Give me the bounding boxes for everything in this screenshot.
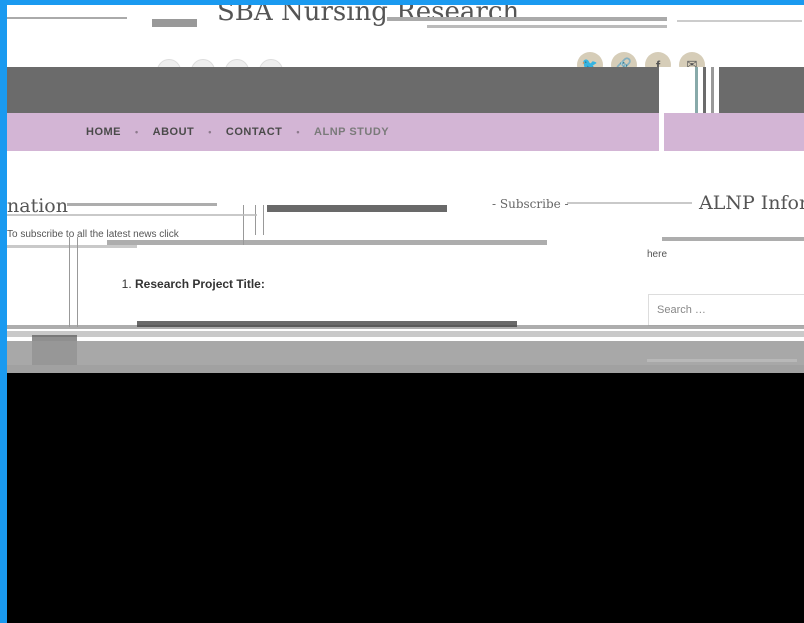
render-artifact: [647, 359, 797, 362]
nav-separator: •: [135, 127, 139, 137]
render-artifact: [7, 17, 127, 19]
render-artifact: [137, 321, 517, 327]
render-artifact: [703, 67, 706, 113]
nav-separator: •: [296, 127, 301, 137]
render-artifact: [67, 203, 217, 206]
banner-gap: [659, 67, 719, 113]
research-project-title-label: Research Project Title:: [135, 277, 265, 291]
render-artifact: [263, 205, 264, 235]
render-artifact: [662, 237, 804, 241]
render-artifact: [711, 67, 714, 113]
render-artifact: [695, 67, 698, 113]
subscribe-text: To subscribe to all the latest news clic…: [7, 229, 179, 240]
render-artifact: [152, 19, 197, 27]
render-artifact: [69, 237, 70, 327]
render-artifact: [7, 331, 804, 337]
main-navigation: HOME • ABOUT • CONTACT • ALNP STUDY: [7, 113, 659, 151]
nav-item-alnp-study[interactable]: ALNP STUDY: [314, 126, 389, 138]
render-artifact: [255, 205, 256, 235]
render-artifact: [267, 205, 447, 212]
render-artifact: [677, 20, 802, 22]
nav-label: ALNP STUDY: [314, 126, 390, 138]
render-artifact: [107, 240, 547, 245]
nav-item-home[interactable]: HOME: [86, 126, 121, 138]
nav-label: CONTACT: [225, 126, 283, 138]
render-artifact: [7, 214, 257, 216]
research-details-list: Research Project Title:: [115, 277, 265, 291]
web-page: SBA Nursing Research 🐦 🔗 f ✉ HOME • ABOU…: [7, 5, 804, 373]
render-artifact: [567, 202, 692, 204]
render-artifact: [243, 205, 244, 245]
subscribe-link[interactable]: here: [647, 249, 667, 260]
render-artifact: [7, 365, 804, 373]
render-artifact: [77, 237, 78, 327]
nav-label: HOME: [86, 126, 121, 138]
render-artifact: [7, 245, 137, 248]
sidebar-heading: ALNP Infor: [699, 192, 804, 214]
nav-item-about[interactable]: ABOUT: [153, 126, 195, 138]
screen-frame-left: [0, 0, 7, 623]
nav-extension: [664, 113, 804, 151]
list-item: Research Project Title:: [135, 277, 265, 291]
render-artifact: [427, 25, 667, 28]
search-input[interactable]: [648, 294, 804, 326]
nav-separator: •: [208, 127, 212, 137]
site-title[interactable]: SBA Nursing Research: [217, 5, 519, 27]
nav-item-contact[interactable]: CONTACT: [226, 126, 282, 138]
subscribe-heading: - Subscribe -: [492, 197, 569, 211]
nav-label: ABOUT: [152, 126, 195, 138]
render-artifact: [387, 17, 667, 21]
